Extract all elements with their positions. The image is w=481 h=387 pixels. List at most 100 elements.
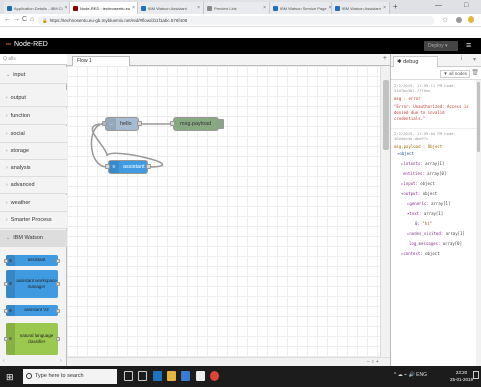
scrollbar-thumb[interactable] [383,80,389,150]
zoom-controls[interactable]: − ○ + [367,359,379,365]
deploy-button[interactable]: Deploy ▾ [424,41,458,51]
scroll-left-icon[interactable]: ‹ [3,358,5,364]
palette-category-storage[interactable]: › storage [0,143,67,160]
file-explorer-icon[interactable] [167,371,176,381]
mail-icon[interactable] [196,371,205,381]
new-tab-button[interactable]: + [393,2,398,11]
scroll-right-icon[interactable]: › [60,358,62,364]
payload-tree-row[interactable]: ▾output: object [401,191,437,196]
restore-button[interactable]: □ [464,2,468,9]
browser-tab[interactable]: IBM Watson Assistant × [138,2,204,14]
avatar[interactable] [456,17,462,23]
taskbar-search-input[interactable]: Type here to search [23,369,117,384]
canvas-vertical-scrollbar[interactable] [380,66,390,357]
browser-tab-active[interactable]: Node-RED : technosentu.eu × [70,2,138,14]
input-port[interactable] [170,121,175,126]
flow-node-assistant[interactable]: ≡ assistant [108,160,148,174]
palette-node-assistant[interactable]: ≡ assistant [4,255,60,266]
payload-tree-row[interactable]: ▸intents: array[1] [401,161,444,166]
output-port[interactable] [146,164,151,169]
arrow-right-icon: → [106,118,116,130]
chevron-down-icon[interactable]: ▾ [473,56,476,63]
payload-tree-row[interactable]: ▸input: object [401,181,435,186]
palette-node-assistant-v2[interactable]: ≡ assistant V2 [4,305,60,316]
sidebar-scrollbar[interactable] [476,80,481,366]
palette-category-weather[interactable]: › weather [0,195,67,212]
close-icon[interactable]: × [62,5,67,11]
palette-category-advanced[interactable]: › advanced [0,177,67,194]
close-icon[interactable]: × [381,5,386,11]
reload-icon[interactable]: C [22,16,27,23]
extension-icon[interactable] [468,16,474,23]
inject-button[interactable] [102,121,107,126]
browser-tab-title: Preview Link [214,5,237,11]
notification-icon[interactable] [473,371,479,379]
close-icon[interactable]: × [327,5,331,11]
browser-tab[interactable]: IBM Watson Service Page × [270,2,332,14]
palette-filter-input[interactable]: Q alls [0,54,67,65]
tree-key: nodes_visited [409,231,441,236]
trash-icon[interactable]: 🗑 [471,69,479,76]
info-icon[interactable]: i [461,56,462,62]
payload-tree-row[interactable]: ▸nodes_visited: array[1] [407,231,465,236]
filter-button[interactable]: ▼ all nodes [440,70,470,78]
microphone-icon[interactable] [124,371,133,381]
wire-assistant-loop [90,123,108,168]
palette-category-function[interactable]: › function [0,108,67,125]
close-icon[interactable]: × [130,5,135,11]
language-indicator[interactable]: ENG [416,372,427,378]
browser-tab[interactable]: IBM Watson Assistant × [332,2,390,14]
browser-tab[interactable]: Application Details - IBM Cl × [4,2,70,14]
palette-category-ibm-watson[interactable]: ⌄ IBM Watson [0,230,67,247]
palette-category-input[interactable]: ⌄ input [0,67,67,84]
edge-icon[interactable] [153,371,162,381]
payload-tree-row[interactable]: ▾text: array[1] [407,211,443,216]
output-port[interactable] [137,121,142,126]
lock-icon: 🔒 [42,18,48,23]
canvas-horizontal-scrollbar[interactable]: − ○ + [67,357,390,366]
flow-node-hello[interactable]: → hello [105,117,139,131]
chevron-right-icon: › [6,165,8,171]
palette-node-label: assistant [27,257,46,263]
minimize-button[interactable]: — [435,2,442,9]
system-tray[interactable]: ^ ☁ ⌁ 🔊 ENG [394,372,427,378]
palette-category-label: social [10,131,25,137]
star-icon[interactable]: ☆ [442,16,448,24]
browser-tab[interactable]: Preview Link × [204,2,270,14]
flow-node-debug[interactable]: msg.payload [173,117,219,131]
store-icon[interactable] [181,371,190,381]
palette-node-nlc[interactable]: ≡ natural language classifier [4,323,60,355]
close-icon[interactable]: × [261,5,266,11]
forward-icon[interactable]: → [13,16,20,23]
taskbar-clock[interactable]: 23:20 25-01-2019 [450,369,473,383]
back-icon[interactable]: ← [4,16,11,23]
url-text: technosentu.eu-gb.mybluemix.net/red/#flo… [63,18,188,23]
payload-tree-row[interactable]: ▾object [397,151,414,156]
flow-canvas[interactable]: → hello msg.payload ≡ assistant [67,66,380,357]
task-view-icon[interactable] [138,371,147,381]
wire[interactable] [90,123,108,168]
chrome-icon[interactable] [210,371,219,381]
home-icon[interactable]: ⌂ [30,16,34,23]
payload-tree-row[interactable]: ▸context: object [401,251,440,256]
scrollbar-thumb[interactable] [477,82,480,152]
debug-toggle-button[interactable] [218,119,224,129]
tab-debug[interactable]: ✱ debug [393,56,438,67]
tab-flow-1[interactable]: Flow 1 [72,56,130,66]
palette-category-analysis[interactable]: › analysis [0,160,67,177]
palette-category-social[interactable]: › social [0,126,67,143]
close-icon[interactable]: × [195,5,200,11]
chevron-right-icon: › [6,131,8,137]
add-flow-button[interactable]: + [383,55,387,62]
url-prefix: https:// [49,18,64,23]
browser-tab-title: Node-RED : technosentu.eu [80,5,131,11]
input-port[interactable] [105,164,110,169]
input-port [4,308,8,313]
windows-start-icon[interactable]: ⊞ [6,372,14,383]
menu-icon[interactable]: ≡ [466,40,471,50]
url-input[interactable]: 🔒 https://technosentu.eu-gb.mybluemix.net… [38,16,434,25]
palette-node-workspace-manager[interactable]: ≡ assistant workspace manager [4,270,60,298]
palette-category-smarter-process[interactable]: › Smarter Process [0,212,67,229]
palette-category-output[interactable]: › output [0,90,67,107]
payload-tree-row[interactable]: ▸generic: array[1] [407,201,450,206]
